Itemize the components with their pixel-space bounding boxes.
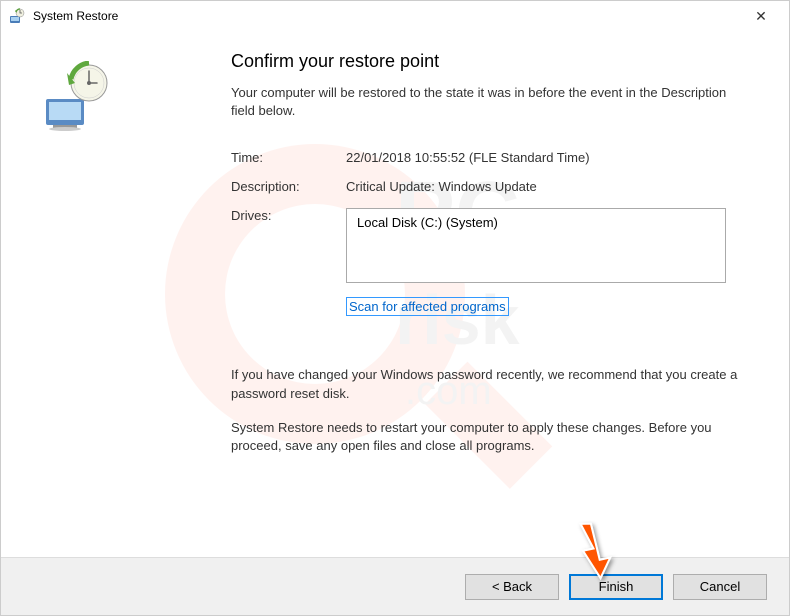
right-panel: Confirm your restore point Your computer… bbox=[231, 51, 759, 557]
restore-titlebar-icon bbox=[9, 8, 25, 24]
scan-affected-programs-link[interactable]: Scan for affected programs bbox=[346, 297, 509, 316]
time-label: Time: bbox=[231, 150, 346, 165]
finish-button[interactable]: Finish bbox=[569, 574, 663, 600]
left-panel bbox=[31, 51, 231, 557]
drives-listbox[interactable]: Local Disk (C:) (System) bbox=[346, 208, 726, 283]
close-button[interactable]: ✕ bbox=[741, 2, 781, 30]
description-label: Description: bbox=[231, 179, 346, 194]
window-title: System Restore bbox=[33, 9, 741, 23]
page-subtitle: Your computer will be restored to the st… bbox=[231, 84, 739, 120]
password-note: If you have changed your Windows passwor… bbox=[231, 366, 739, 402]
system-restore-icon bbox=[41, 61, 111, 131]
content-area: PC risk .com Confirm your restore point … bbox=[1, 31, 789, 557]
restart-note: System Restore needs to restart your com… bbox=[231, 419, 739, 455]
drives-row: Drives: Local Disk (C:) (System) bbox=[231, 208, 739, 283]
time-value: 22/01/2018 10:55:52 (FLE Standard Time) bbox=[346, 150, 590, 165]
page-heading: Confirm your restore point bbox=[231, 51, 739, 72]
drives-value: Local Disk (C:) (System) bbox=[357, 215, 498, 230]
scan-link-row: Scan for affected programs bbox=[346, 297, 739, 316]
description-value: Critical Update: Windows Update bbox=[346, 179, 537, 194]
system-restore-window: System Restore ✕ PC risk .com bbox=[0, 0, 790, 616]
back-button[interactable]: < Back bbox=[465, 574, 559, 600]
description-row: Description: Critical Update: Windows Up… bbox=[231, 179, 739, 194]
time-row: Time: 22/01/2018 10:55:52 (FLE Standard … bbox=[231, 150, 739, 165]
button-bar: < Back Finish Cancel bbox=[1, 557, 789, 615]
drives-label: Drives: bbox=[231, 208, 346, 283]
titlebar: System Restore ✕ bbox=[1, 1, 789, 31]
cancel-button[interactable]: Cancel bbox=[673, 574, 767, 600]
close-icon: ✕ bbox=[755, 8, 767, 25]
